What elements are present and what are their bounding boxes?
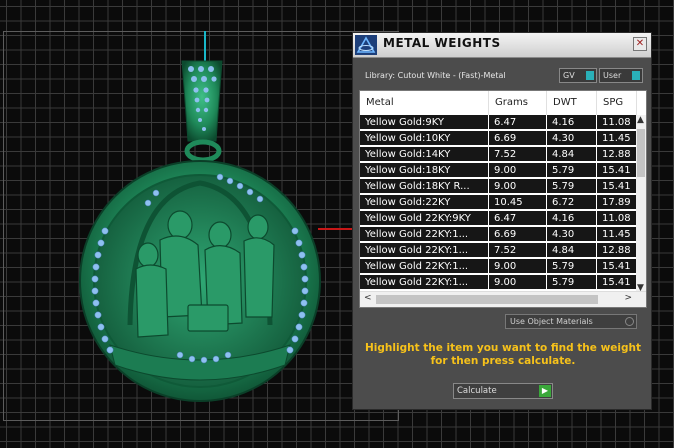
table-row[interactable]: Yellow Gold 22KY:9KY 6.47 4.16 11.08 (360, 211, 636, 227)
table-cell: 9.00 (489, 275, 546, 290)
table-cell: Yellow Gold 22KY:1... (360, 243, 488, 258)
radio-icon (625, 317, 634, 326)
table-cell: Yellow Gold 22KY:9KY (360, 211, 488, 226)
table-cell: Yellow Gold 22KY:1... (360, 259, 488, 274)
column-header[interactable]: Metal (360, 91, 489, 115)
table-cell: Yellow Gold:18KY R... (360, 179, 488, 194)
table-cell: 7.52 (489, 147, 546, 162)
table-cell: 6.72 (547, 195, 596, 210)
horizontal-scrollbar[interactable]: < > (360, 291, 646, 307)
table-cell: 5.79 (547, 179, 596, 194)
scroll-right-icon[interactable]: > (624, 293, 632, 303)
table-cell: 15.41 (597, 275, 636, 290)
table-cell: Yellow Gold:14KY (360, 147, 488, 162)
table-cell: 6.47 (489, 211, 546, 226)
table-cell: 15.41 (597, 163, 636, 178)
dialog-title: METAL WEIGHTS (383, 36, 501, 50)
table-header: Metal Grams DWT SPG (360, 91, 646, 115)
vertical-scrollbar[interactable]: ▲ ▼ (636, 115, 646, 293)
table-cell: 11.08 (597, 115, 636, 130)
table-row[interactable]: Yellow Gold:18KY R... 9.00 5.79 15.41 (360, 179, 636, 195)
table-cell: 6.69 (489, 131, 546, 146)
table-cell: 4.30 (547, 131, 596, 146)
instruction-text: Highlight the item you want to find the … (365, 342, 641, 367)
table-cell: 5.79 (547, 275, 596, 290)
table-cell: 6.69 (489, 227, 546, 242)
table-cell: Yellow Gold 22KY:1... (360, 275, 488, 290)
metal-table[interactable]: Metal Grams DWT SPG Yellow Gold:9KY 6.47 4… (359, 90, 647, 308)
column-header[interactable]: Grams (489, 91, 547, 115)
user-toggle-label: User (603, 71, 622, 80)
toggle-indicator-icon (632, 71, 640, 80)
table-cell: Yellow Gold:22KY (360, 195, 488, 210)
table-cell: 17.89 (597, 195, 636, 210)
table-cell: 6.47 (489, 115, 546, 130)
dialog-titlebar[interactable]: METAL WEIGHTS ✕ (353, 33, 651, 58)
table-cell: 10.45 (489, 195, 546, 210)
table-cell: Yellow Gold 22KY:1... (360, 227, 488, 242)
table-cell: 11.45 (597, 131, 636, 146)
table-cell: 9.00 (489, 259, 546, 274)
table-row[interactable]: Yellow Gold:10KY 6.69 4.30 11.45 (360, 131, 636, 147)
table-cell: 4.16 (547, 115, 596, 130)
table-cell: 9.00 (489, 163, 546, 178)
table-cell: 12.88 (597, 243, 636, 258)
use-object-materials-checkbox[interactable]: Use Object Materials (505, 314, 637, 329)
table-row[interactable]: Yellow Gold 22KY:1... 7.52 4.84 12.88 (360, 243, 636, 259)
table-row[interactable]: Yellow Gold:18KY 9.00 5.79 15.41 (360, 163, 636, 179)
table-cell: 4.84 (547, 243, 596, 258)
close-icon[interactable]: ✕ (633, 37, 647, 51)
column-header[interactable]: SPG (597, 91, 637, 115)
table-row[interactable]: Yellow Gold 22KY:1... 9.00 5.79 15.41 (360, 259, 636, 275)
table-cell: 15.41 (597, 259, 636, 274)
user-toggle[interactable]: User (599, 68, 643, 83)
table-cell: 5.79 (547, 259, 596, 274)
gv-toggle[interactable]: GV (559, 68, 597, 83)
column-header[interactable]: DWT (547, 91, 597, 115)
table-cell: 4.30 (547, 227, 596, 242)
table-cell: 11.45 (597, 227, 636, 242)
table-cell: 9.00 (489, 179, 546, 194)
play-arrow-icon: ▶ (539, 385, 551, 397)
table-cell: 7.52 (489, 243, 546, 258)
table-cell: 12.88 (597, 147, 636, 162)
table-cell: Yellow Gold:18KY (360, 163, 488, 178)
table-cell: 4.84 (547, 147, 596, 162)
table-cell: 11.08 (597, 211, 636, 226)
vertical-scroll-thumb[interactable] (637, 129, 645, 177)
library-label: Library: Cutout White - (Fast)-Metal (365, 71, 506, 80)
table-body: Yellow Gold:9KY 6.47 4.16 11.08 Yellow Gold:… (360, 115, 636, 291)
table-cell: 4.16 (547, 211, 596, 226)
calculate-label: Calculate (457, 386, 497, 396)
use-object-materials-label: Use Object Materials (510, 317, 593, 326)
horizontal-scroll-thumb[interactable] (376, 295, 598, 304)
table-row[interactable]: Yellow Gold:9KY 6.47 4.16 11.08 (360, 115, 636, 131)
table-row[interactable]: Yellow Gold 22KY:1... 9.00 5.79 15.41 (360, 275, 636, 291)
calculate-button[interactable]: Calculate ▶ (453, 383, 553, 399)
table-row[interactable]: Yellow Gold:14KY 7.52 4.84 12.88 (360, 147, 636, 163)
metal-weights-dialog: METAL WEIGHTS ✕ Library: Cutout White - … (352, 32, 652, 410)
pendant-model[interactable] (70, 55, 330, 415)
table-cell: Yellow Gold:9KY (360, 115, 488, 130)
gv-toggle-label: GV (563, 71, 575, 80)
gemvision-logo-icon (355, 35, 377, 55)
scroll-up-icon[interactable]: ▲ (637, 115, 644, 125)
table-cell: Yellow Gold:10KY (360, 131, 488, 146)
pendant-loop (184, 139, 222, 163)
table-cell: 15.41 (597, 179, 636, 194)
table-row[interactable]: Yellow Gold 22KY:1... 6.69 4.30 11.45 (360, 227, 636, 243)
table-row[interactable]: Yellow Gold:22KY 10.45 6.72 17.89 (360, 195, 636, 211)
toggle-indicator-icon (586, 71, 594, 80)
scroll-left-icon[interactable]: < (364, 293, 372, 303)
table-cell: 5.79 (547, 163, 596, 178)
